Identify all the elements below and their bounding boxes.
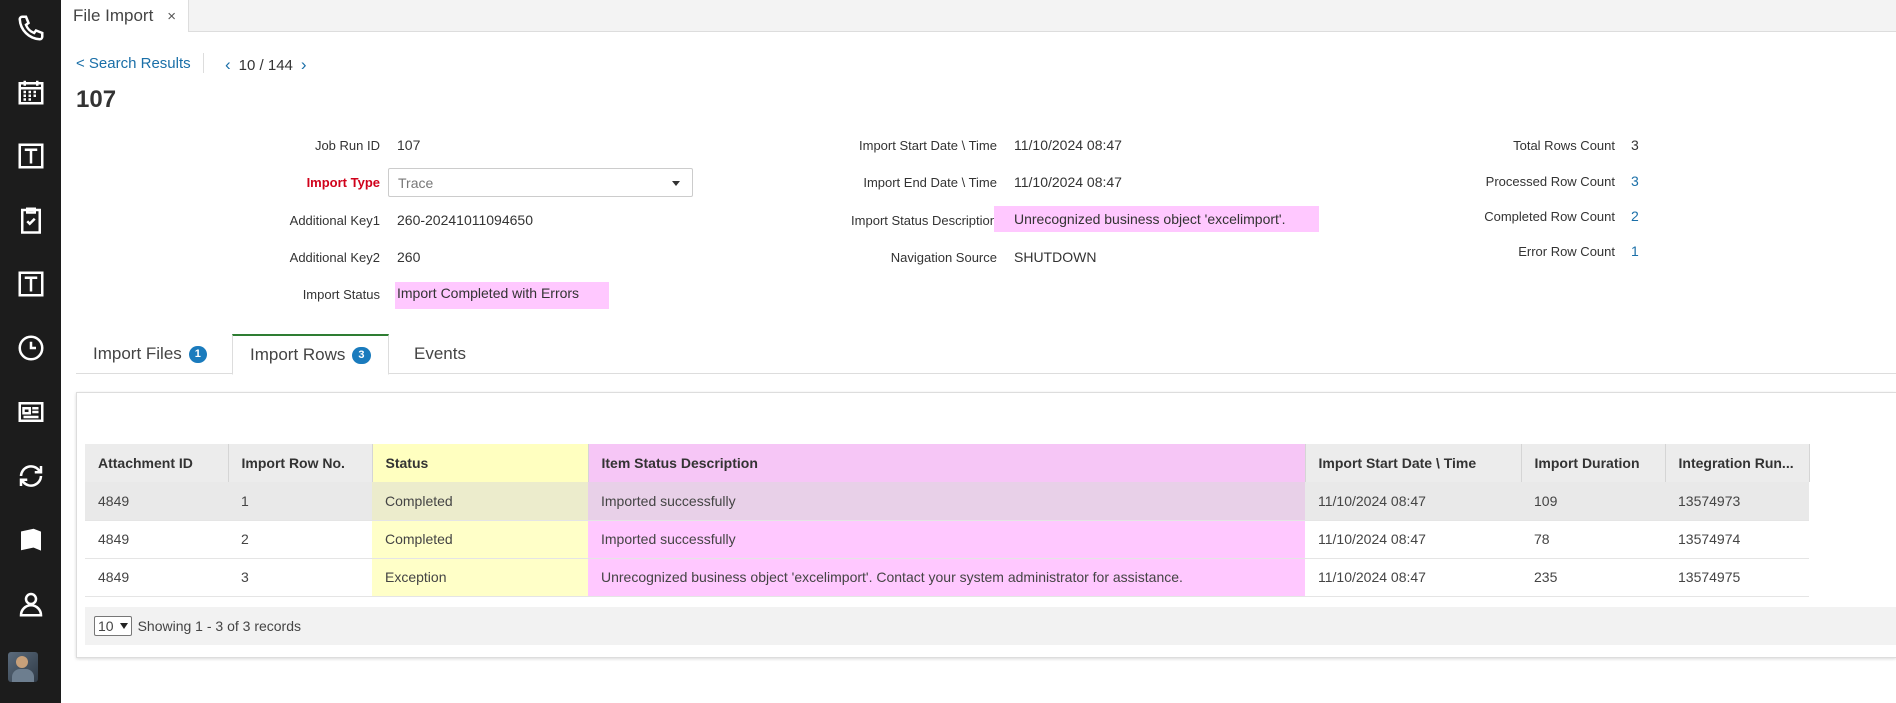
tab-label: Events (414, 344, 466, 363)
tab-label: Import Files (93, 344, 182, 363)
user-icon[interactable] (0, 584, 61, 624)
back-to-search-results-link[interactable]: < Search Results (76, 55, 191, 72)
chevron-down-icon (119, 623, 128, 629)
tab-import-files[interactable]: Import Files 1 (76, 334, 224, 374)
chevron-down-icon (672, 181, 680, 186)
import-status-value: Import Completed with Errors (395, 282, 609, 309)
cell-attachment-id: 4849 (85, 482, 228, 521)
tab-label: Import Rows (250, 345, 346, 364)
template-icon[interactable] (0, 136, 61, 176)
close-icon[interactable]: × (167, 8, 176, 25)
cell-import-start: 11/10/2024 08:47 (1305, 520, 1521, 559)
pager-count: 10 / 144 (238, 56, 293, 74)
error-row-count-link[interactable]: 1 (1631, 243, 1639, 259)
cell-import-row-no-link[interactable]: 3 (228, 558, 372, 597)
processed-row-count-label: Processed Row Count (1485, 174, 1615, 189)
import-rows-grid: Attachment ID Import Row No. Status Item… (85, 444, 1810, 597)
grid-pager-bar: 10 Showing 1 - 3 of 3 records (85, 607, 1896, 645)
additional-key1-label: Additional Key1 (289, 213, 380, 228)
book-icon[interactable] (0, 520, 61, 560)
clipboard-check-icon[interactable] (0, 200, 61, 240)
import-start-label: Import Start Date \ Time (859, 138, 997, 153)
avatar[interactable] (8, 652, 38, 682)
completed-row-count-link[interactable]: 2 (1631, 208, 1639, 224)
import-type-value: Trace (398, 175, 434, 191)
import-end-value: 11/10/2024 08:47 (1014, 174, 1122, 190)
column-header-import-duration[interactable]: Import Duration (1521, 444, 1666, 482)
template-icon[interactable] (0, 264, 61, 304)
navigation-source-label: Navigation Source (890, 250, 997, 265)
cell-item-status-description: Imported successfully (588, 482, 1305, 521)
import-start-value: 11/10/2024 08:47 (1014, 137, 1122, 153)
processed-row-count-link[interactable]: 3 (1631, 173, 1639, 189)
total-rows-count-value: 3 (1631, 137, 1639, 153)
column-header-attachment-id[interactable]: Attachment ID (85, 444, 229, 482)
completed-row-count-label: Completed Row Count (1484, 209, 1615, 224)
cell-item-status-description: Imported successfully (588, 520, 1305, 559)
cell-item-status-description: Unrecognized business object 'excelimpor… (588, 558, 1305, 597)
column-header-integration-run[interactable]: Integration Run... (1665, 444, 1810, 482)
page-size-select[interactable]: 10 (94, 616, 132, 636)
document-tabstrip: File Import × (61, 0, 1896, 32)
refresh-icon[interactable] (0, 456, 61, 496)
count-badge: 3 (352, 346, 371, 364)
column-header-status[interactable]: Status (372, 444, 589, 482)
navigation-source-value: SHUTDOWN (1014, 249, 1097, 265)
detail-tabs: Import Files 1 Import Rows 3 Events (76, 334, 1896, 375)
import-status-description-label: Import Status Description (851, 213, 997, 228)
cell-import-duration: 78 (1521, 520, 1665, 559)
job-run-id-value: 107 (397, 137, 421, 153)
tab-import-rows[interactable]: Import Rows 3 (232, 334, 389, 375)
total-rows-count-label: Total Rows Count (1513, 138, 1615, 153)
import-rows-panel: Attachment ID Import Row No. Status Item… (76, 392, 1896, 658)
cell-import-start: 11/10/2024 08:47 (1305, 558, 1521, 597)
cell-import-row-no-link[interactable]: 1 (228, 482, 372, 521)
column-header-item-status-description[interactable]: Item Status Description (588, 444, 1306, 482)
import-status-label: Import Status (302, 287, 380, 302)
chevron-left-icon[interactable]: ‹ (225, 55, 231, 75)
cell-attachment-id: 4849 (85, 520, 228, 559)
additional-key1-value: 260-20241011094650 (397, 212, 533, 228)
column-header-import-start[interactable]: Import Start Date \ Time (1305, 444, 1522, 482)
tab-events[interactable]: Events (397, 334, 483, 374)
cell-import-start: 11/10/2024 08:47 (1305, 482, 1521, 521)
cell-status: Exception (372, 558, 588, 597)
additional-key2-label: Additional Key2 (289, 250, 380, 265)
calendar-icon[interactable] (0, 72, 61, 112)
cell-import-duration: 235 (1521, 558, 1665, 597)
cell-import-row-no-link[interactable]: 2 (228, 520, 372, 559)
tab-file-import[interactable]: File Import × (61, 0, 190, 32)
left-rail (0, 0, 61, 703)
cell-status: Completed (372, 520, 588, 559)
cell-integration-run: 13574974 (1665, 520, 1809, 559)
import-type-label: Import Type (306, 175, 380, 190)
additional-key2-value: 260 (397, 249, 421, 265)
job-run-id-label: Job Run ID (314, 138, 380, 153)
count-badge: 1 (188, 345, 207, 363)
clock-icon[interactable] (0, 328, 61, 368)
table-row[interactable]: 4849 1 Completed Imported successfully 1… (85, 482, 1809, 521)
import-end-label: Import End Date \ Time (863, 175, 997, 190)
cell-attachment-id: 4849 (85, 558, 228, 597)
error-row-count-label: Error Row Count (1518, 244, 1615, 259)
table-row[interactable]: 4849 2 Completed Imported successfully 1… (85, 520, 1809, 559)
phone-icon[interactable] (0, 8, 61, 48)
page-title: 107 (76, 86, 117, 113)
record-pager: ‹ 10 / 144 › (225, 55, 307, 75)
page-size-value: 10 (98, 618, 114, 634)
newspaper-icon[interactable] (0, 392, 61, 432)
tab-label: File Import (73, 6, 154, 25)
column-header-import-row-no[interactable]: Import Row No. (228, 444, 373, 482)
grid-header-row: Attachment ID Import Row No. Status Item… (85, 444, 1810, 482)
import-type-select[interactable]: Trace (388, 168, 693, 197)
cell-integration-run: 13574973 (1665, 482, 1809, 521)
import-status-description-value: Unrecognized business object 'excelimpor… (994, 206, 1319, 232)
table-row[interactable]: 4849 3 Exception Unrecognized business o… (85, 558, 1809, 597)
cell-import-duration: 109 (1521, 482, 1665, 521)
records-summary: Showing 1 - 3 of 3 records (137, 618, 301, 634)
divider (203, 53, 204, 73)
cell-integration-run: 13574975 (1665, 558, 1809, 597)
cell-status: Completed (372, 482, 588, 521)
chevron-right-icon[interactable]: › (301, 55, 307, 75)
